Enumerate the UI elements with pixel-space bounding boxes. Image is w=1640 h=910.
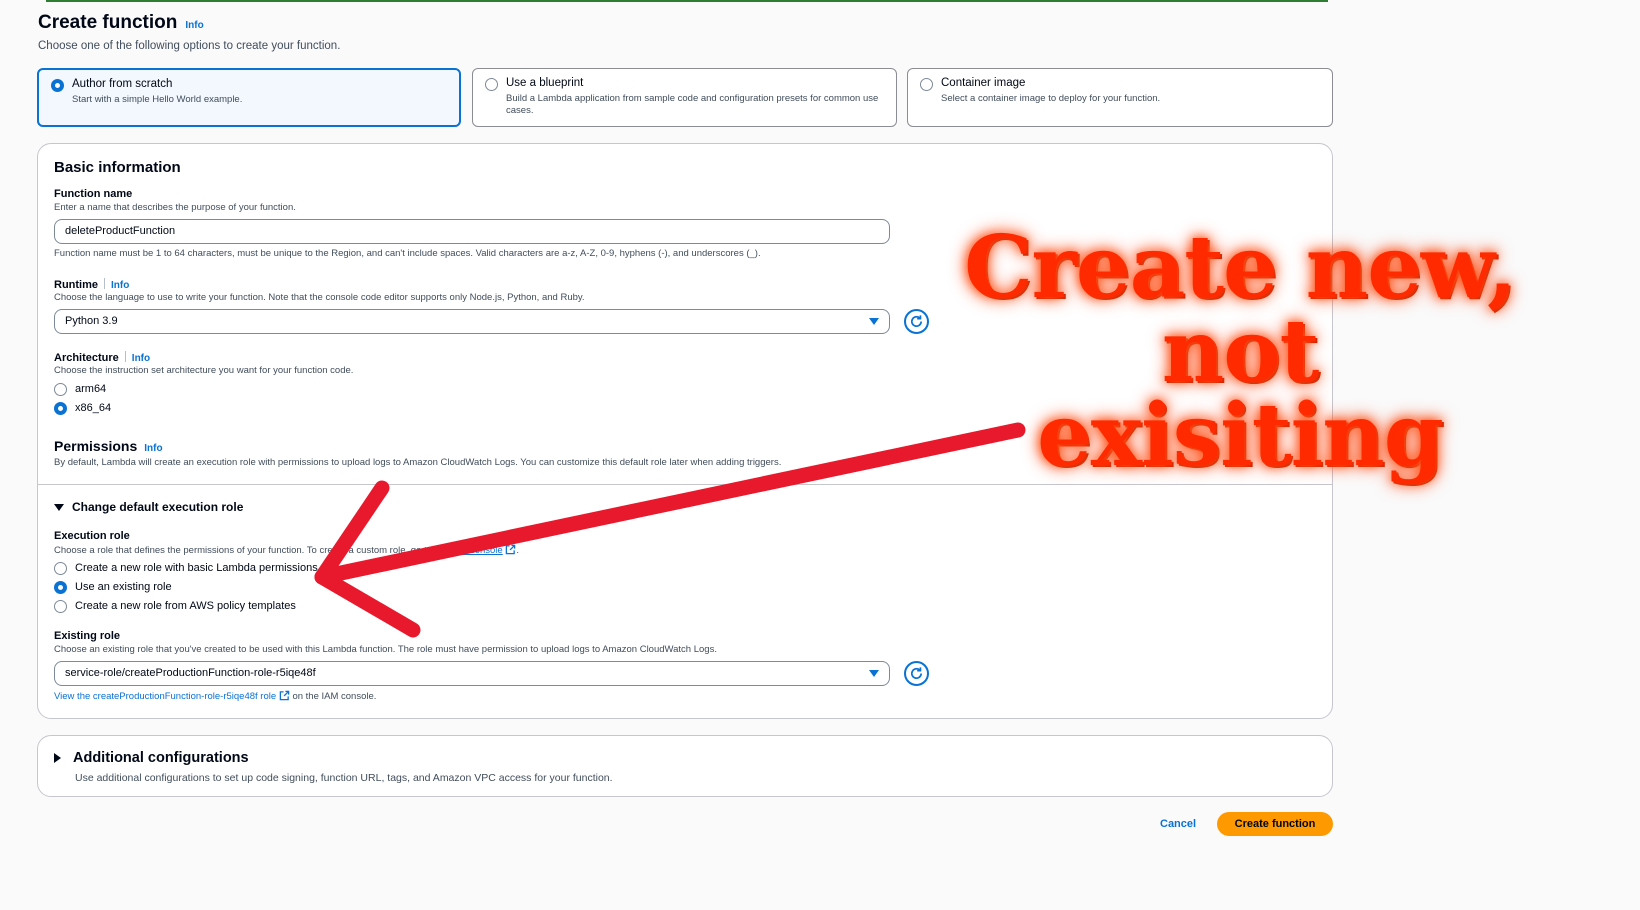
architecture-label: Architecture Info <box>54 351 150 364</box>
radio-x86-64[interactable] <box>54 402 67 415</box>
iam-console-link[interactable]: IAM console <box>450 545 502 556</box>
role-option-use-existing[interactable]: Use an existing role <box>54 580 172 594</box>
runtime-label: Runtime Info <box>54 278 129 291</box>
architecture-option-arm64[interactable]: arm64 <box>54 382 106 396</box>
existing-role-refresh-button[interactable] <box>904 661 929 686</box>
execution-role-label: Execution role <box>54 530 130 542</box>
top-progress-line <box>46 0 1328 2</box>
option-use-blueprint[interactable]: Use a blueprint Build a Lambda applicati… <box>472 68 897 127</box>
radio-use-blueprint[interactable] <box>485 78 498 91</box>
view-role-link[interactable]: View the createProductionFunction-role-r… <box>54 691 276 702</box>
option-title: Use a blueprint <box>506 77 584 89</box>
execution-role-desc-text: Choose a role that defines the permissio… <box>54 545 448 556</box>
x86-64-label: x86_64 <box>75 402 112 414</box>
caret-down-icon <box>869 670 879 677</box>
separator <box>104 278 105 289</box>
info-link[interactable]: Info <box>185 20 203 31</box>
annotation-line-1: Create new, not <box>964 217 1517 402</box>
permissions-desc: By default, Lambda will create an execut… <box>54 457 782 468</box>
radio-create-basic-role[interactable] <box>54 562 67 575</box>
option-desc: Select a container image to deploy for y… <box>941 93 1161 104</box>
runtime-info-link[interactable]: Info <box>111 280 129 291</box>
create-basic-role-label: Create a new role with basic Lambda perm… <box>75 562 318 574</box>
radio-use-existing-role[interactable] <box>54 581 67 594</box>
change-execution-role-expander[interactable]: Change default execution role <box>54 500 243 514</box>
view-role-row: View the createProductionFunction-role-r… <box>54 690 376 702</box>
existing-role-label: Existing role <box>54 630 121 642</box>
option-container-image[interactable]: Container image Select a container image… <box>907 68 1333 127</box>
page-title: Create function Info <box>38 12 204 34</box>
radio-author-from-scratch[interactable] <box>51 79 64 92</box>
permissions-heading: Permissions <box>54 438 138 454</box>
annotation-line-2: exisiting <box>1037 385 1444 486</box>
architecture-info-link[interactable]: Info <box>132 353 150 364</box>
runtime-select-value: Python 3.9 <box>65 315 118 327</box>
additional-configurations-heading: Additional configurations <box>73 750 249 766</box>
option-title: Container image <box>941 77 1026 89</box>
page-subtitle: Choose one of the following options to c… <box>38 40 341 52</box>
radio-container-image[interactable] <box>920 78 933 91</box>
additional-configurations-expander[interactable]: Additional configurations <box>54 750 249 766</box>
option-author-from-scratch[interactable]: Author from scratch Start with a simple … <box>37 68 461 127</box>
permissions-info-link[interactable]: Info <box>144 443 162 454</box>
arm64-label: arm64 <box>75 383 107 395</box>
caret-down-icon <box>869 318 879 325</box>
cancel-button[interactable]: Cancel <box>1150 812 1206 836</box>
radio-policy-templates[interactable] <box>54 600 67 613</box>
option-title: Author from scratch <box>72 78 173 90</box>
external-link-icon <box>506 544 516 555</box>
execution-role-desc: Choose a role that defines the permissio… <box>54 544 519 556</box>
existing-role-value: service-role/createProductionFunction-ro… <box>65 667 316 679</box>
view-role-suffix: on the IAM console. <box>292 691 377 702</box>
create-function-button[interactable]: Create function <box>1217 812 1333 836</box>
annotation-text: Create new, not exisiting <box>880 217 1600 486</box>
function-name-input[interactable]: deleteProductFunction <box>54 219 890 244</box>
existing-role-select[interactable]: service-role/createProductionFunction-ro… <box>54 661 890 686</box>
role-option-policy-templates[interactable]: Create a new role from AWS policy templa… <box>54 599 296 613</box>
existing-role-desc: Choose an existing role that you've crea… <box>54 644 717 655</box>
use-existing-role-label: Use an existing role <box>75 581 172 593</box>
separator <box>124 351 126 362</box>
function-name-label: Function name <box>54 188 133 200</box>
option-desc: Start with a simple Hello World example. <box>72 94 243 105</box>
caret-right-icon <box>54 753 61 763</box>
additional-configurations-panel[interactable]: Additional configurations Use additional… <box>37 735 1333 797</box>
permissions-heading-row: Permissions Info <box>54 438 163 454</box>
refresh-icon <box>911 667 923 679</box>
additional-configurations-desc: Use additional configurations to set up … <box>75 772 613 784</box>
option-desc: Build a Lambda application from sample c… <box>506 93 879 116</box>
radio-arm64[interactable] <box>54 383 67 396</box>
caret-down-icon <box>54 503 64 511</box>
runtime-select[interactable]: Python 3.9 <box>54 309 890 334</box>
architecture-label-text: Architecture <box>54 352 119 364</box>
runtime-label-text: Runtime <box>54 279 98 291</box>
role-option-create-basic[interactable]: Create a new role with basic Lambda perm… <box>54 561 318 575</box>
architecture-option-x86[interactable]: x86_64 <box>54 401 111 415</box>
basic-information-heading: Basic information <box>54 159 181 176</box>
page-title-text: Create function <box>38 12 178 33</box>
policy-templates-label: Create a new role from AWS policy templa… <box>75 600 296 612</box>
expander-label: Change default execution role <box>72 500 244 514</box>
architecture-desc: Choose the instruction set architecture … <box>54 365 354 376</box>
function-name-constraint: Function name must be 1 to 64 characters… <box>54 248 761 259</box>
function-name-desc: Enter a name that describes the purpose … <box>54 202 296 213</box>
runtime-desc: Choose the language to use to write your… <box>54 292 585 303</box>
execution-role-desc-suffix: . <box>516 545 519 556</box>
external-link-icon <box>279 690 290 701</box>
